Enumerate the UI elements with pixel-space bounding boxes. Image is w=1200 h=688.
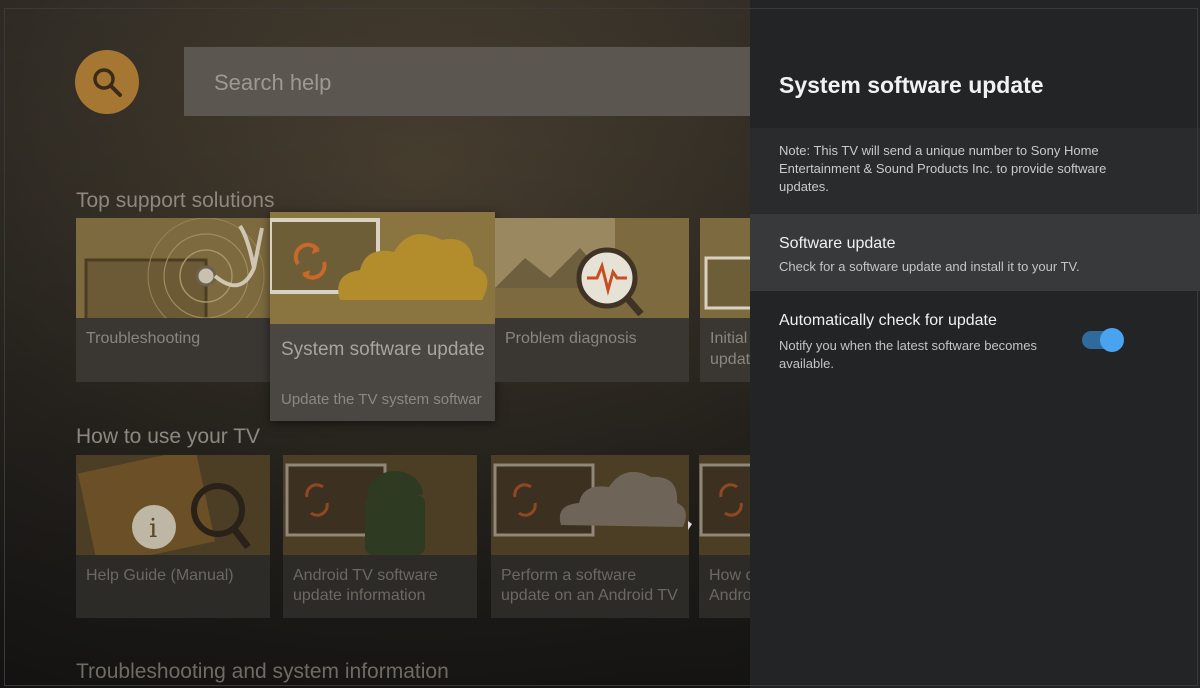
menu-item-label: Automatically check for update (779, 312, 997, 329)
tile-help-guide[interactable]: i Help Guide (Manual) (76, 455, 270, 618)
section-title-how-to-use: How to use your TV (76, 425, 261, 448)
android-icon (285, 463, 425, 555)
auto-update-toggle[interactable] (1082, 328, 1124, 352)
tile-subtitle: Update the TV system softwar (281, 391, 482, 408)
tile-image (491, 455, 689, 555)
tile-troubleshooting[interactable]: Troubleshooting (76, 218, 270, 382)
tile-image (270, 212, 495, 324)
menu-item-auto-check-update[interactable]: Automatically check for update Notify yo… (750, 291, 1200, 391)
panel-note: Note: This TV will send a unique number … (750, 128, 1200, 214)
settings-side-panel: System software update Note: This TV wil… (750, 0, 1200, 688)
tile-android-update-info[interactable]: Android TV software update information (283, 455, 477, 618)
tile-label: Help Guide (Manual) (86, 567, 234, 584)
tile-problem-diagnosis[interactable]: Problem diagnosis (495, 218, 689, 382)
mouse-cursor-icon (688, 521, 692, 530)
magnifier-pulse-icon (495, 218, 644, 317)
tile-perform-update[interactable]: Perform a software update on an Android … (491, 455, 689, 618)
tile-label: Troubleshooting (86, 330, 201, 347)
tile-image (283, 455, 477, 555)
stethoscope-icon (84, 218, 265, 318)
tile-label: Android TV software (293, 567, 438, 584)
tile-label: Perform a software (501, 567, 637, 584)
cloud-icon (270, 218, 488, 300)
svg-text:i: i (149, 514, 157, 544)
cloud-icon (493, 463, 686, 537)
tile-image: i (76, 455, 270, 555)
tile-title: System software update (281, 339, 485, 360)
section-title-top-support: Top support solutions (76, 189, 275, 212)
search-icon (93, 68, 122, 97)
menu-item-software-update[interactable]: Software update Check for a software upd… (750, 214, 1200, 291)
tile-label: Problem diagnosis (505, 330, 637, 347)
tile-label: How c (709, 567, 754, 584)
tile-label-line2: Andro (709, 587, 752, 604)
toggle-knob (1100, 328, 1124, 352)
tile-label-line2: updat (710, 351, 751, 368)
menu-item-description: Check for a software update and install … (779, 259, 1080, 274)
tv-screen: Top support solutions Troubleshooting (0, 0, 1200, 688)
tile-label: Initial setup (710, 330, 760, 347)
tile-image (495, 218, 689, 318)
tile-system-software-update[interactable]: System software update Update the TV sys… (270, 212, 495, 421)
search-field[interactable] (184, 47, 756, 118)
search-input[interactable] (184, 47, 756, 118)
search-button[interactable] (75, 50, 139, 114)
menu-item-description: Notify you when the latest software beco… (779, 338, 1037, 371)
info-icon: i (77, 455, 251, 555)
section-title-troubleshooting-info: Troubleshooting and system information (76, 660, 449, 683)
panel-note-text: Note: This TV will send a unique number … (779, 143, 1107, 194)
menu-item-label: Software update (779, 235, 896, 252)
tile-image (76, 218, 270, 318)
tile-label-line2: update information (293, 587, 426, 604)
help-main-area: Top support solutions Troubleshooting (0, 0, 760, 688)
panel-title: System software update (779, 72, 1044, 98)
tile-label-line2: update on an Android TV (501, 587, 678, 604)
